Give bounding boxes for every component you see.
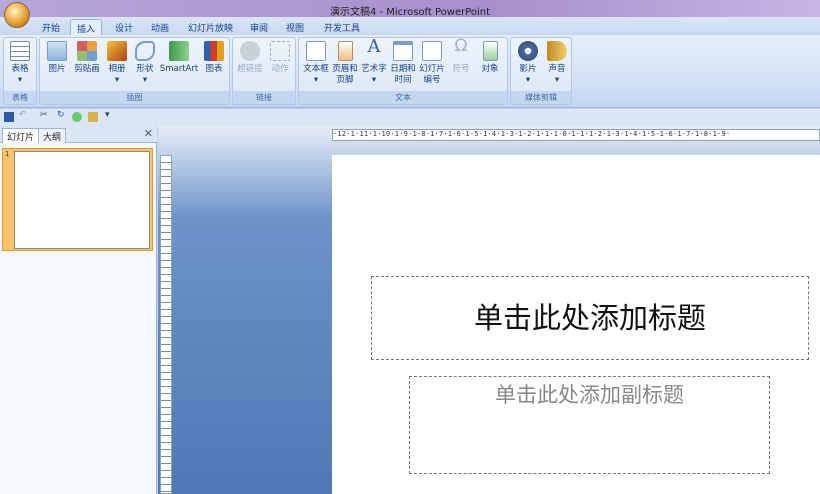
symbol-icon: Ω xyxy=(454,36,468,56)
group-label: 插图 xyxy=(40,91,229,104)
group-illustrations: 图片 剪贴画 相册 ▾ 形状 ▾ SmartArt 图表 插图 xyxy=(39,37,230,105)
group-label: 链接 xyxy=(233,91,295,104)
quick-access-toolbar: ↶ ✂ ↻ ▾ xyxy=(0,109,820,126)
slide-number-button[interactable]: 幻灯片编号 xyxy=(417,41,447,86)
paste-icon[interactable] xyxy=(88,112,98,122)
wordart-button[interactable]: A 艺术字 ▾ xyxy=(359,36,389,86)
tab-view[interactable]: 视图 xyxy=(280,19,310,35)
picture-icon xyxy=(47,41,67,61)
photo-album-button[interactable]: 相册 ▾ xyxy=(103,41,131,86)
globe-icon[interactable] xyxy=(72,112,82,122)
slide-thumbnail[interactable] xyxy=(14,151,150,249)
textbox-icon xyxy=(306,41,326,61)
window-title: 演示文稿4 - Microsoft PowerPoint xyxy=(329,7,491,18)
photo-album-icon xyxy=(107,41,127,61)
shapes-button[interactable]: 形状 ▾ xyxy=(131,41,159,86)
object-button[interactable]: 对象 xyxy=(475,41,505,75)
object-icon xyxy=(482,41,498,61)
tab-outline[interactable]: 大纲 xyxy=(38,128,67,143)
vertical-ruler xyxy=(160,155,172,494)
table-button[interactable]: 表格 ▾ xyxy=(6,41,34,86)
group-label: 表格 xyxy=(4,91,36,104)
slide-number: 1 xyxy=(5,150,10,158)
group-label: 媒体剪辑 xyxy=(511,91,571,104)
action-button[interactable]: 动作 xyxy=(265,41,295,75)
picture-button[interactable]: 图片 xyxy=(43,41,71,75)
hyperlink-icon xyxy=(240,41,260,61)
pane-tabs: 幻灯片 大纲 ✕ xyxy=(0,126,157,143)
redo-icon[interactable]: ↻ xyxy=(57,110,65,120)
symbol-button[interactable]: Ω 符号 xyxy=(447,36,475,75)
title-bar: 演示文稿4 - Microsoft PowerPoint xyxy=(0,0,820,18)
wordart-icon: A xyxy=(367,36,381,57)
tab-design[interactable]: 设计 xyxy=(109,19,139,35)
customize-dropdown-icon[interactable]: ▾ xyxy=(105,110,110,120)
title-placeholder[interactable]: 单击此处添加标题 xyxy=(371,276,809,360)
close-icon[interactable]: ✕ xyxy=(144,127,153,140)
sound-button[interactable]: 声音 ▾ xyxy=(543,41,571,86)
group-tables: 表格 ▾ 表格 xyxy=(3,37,37,105)
tab-review[interactable]: 审阅 xyxy=(244,19,274,35)
tab-animations[interactable]: 动画 xyxy=(145,19,175,35)
slide-number-icon xyxy=(422,41,442,61)
tab-home[interactable]: 开始 xyxy=(36,19,66,35)
chart-button[interactable]: 图表 xyxy=(200,41,228,75)
date-time-icon xyxy=(393,41,413,61)
save-icon[interactable] xyxy=(4,112,14,122)
office-button[interactable] xyxy=(4,2,30,28)
undo-icon[interactable]: ↶ xyxy=(19,110,27,120)
textbox-button[interactable]: 文本框 ▾ xyxy=(301,41,331,86)
slides-pane: 幻灯片 大纲 ✕ 1 xyxy=(0,126,157,494)
group-text: 文本框 ▾ 页眉和页脚 A 艺术字 ▾ 日期和时间 幻灯片编号 Ω 符号 对象 文本 xyxy=(298,37,508,105)
tools-icon[interactable]: ✂ xyxy=(40,110,48,120)
smartart-icon xyxy=(169,41,189,61)
hyperlink-button[interactable]: 超链接 xyxy=(235,41,265,75)
tab-developer[interactable]: 开发工具 xyxy=(318,19,366,35)
ribbon: 表格 ▾ 表格 图片 剪贴画 相册 ▾ 形状 ▾ SmartArt 图表 插图 超链接… xyxy=(0,35,820,108)
tab-slideshow[interactable]: 幻灯片放映 xyxy=(182,19,239,35)
group-label: 文本 xyxy=(299,91,507,104)
clipart-button[interactable]: 剪贴画 xyxy=(71,41,103,75)
action-icon xyxy=(270,41,290,61)
header-footer-button[interactable]: 页眉和页脚 xyxy=(331,41,359,86)
movie-button[interactable]: 影片 ▾ xyxy=(513,41,543,86)
slide-canvas: 单击此处添加标题 单击此处添加副标题 xyxy=(332,155,820,494)
date-time-button[interactable]: 日期和时间 xyxy=(389,41,417,86)
chart-icon xyxy=(204,41,224,61)
group-media: 影片 ▾ 声音 ▾ 媒体剪辑 xyxy=(510,37,572,105)
group-links: 超链接 动作 链接 xyxy=(232,37,296,105)
clipart-icon xyxy=(77,41,97,61)
table-icon xyxy=(10,41,30,61)
shapes-icon xyxy=(135,41,155,61)
tab-insert[interactable]: 插入 xyxy=(70,19,103,35)
tab-slides[interactable]: 幻灯片 xyxy=(2,128,40,143)
sound-icon xyxy=(547,41,567,61)
movie-icon xyxy=(518,41,538,61)
smartart-button[interactable]: SmartArt xyxy=(159,41,199,75)
header-footer-icon xyxy=(337,41,353,61)
ribbon-tabs: 开始 插入 设计 动画 幻灯片放映 审阅 视图 开发工具 xyxy=(0,17,820,35)
horizontal-ruler: ·12·1·11·1·10·1·9·1·8·1·7·1·6·1·5·1·4·1·… xyxy=(332,129,820,141)
subtitle-placeholder[interactable]: 单击此处添加副标题 xyxy=(409,376,770,474)
